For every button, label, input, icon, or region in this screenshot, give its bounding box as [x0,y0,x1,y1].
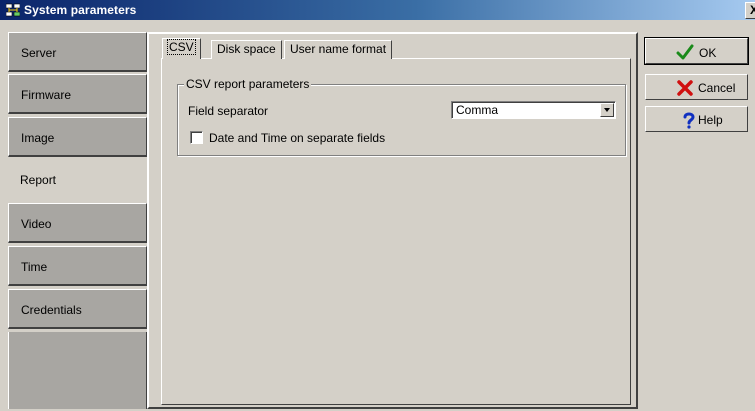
nav-item-label: Time [21,260,48,274]
tab-csv[interactable]: CSV [162,38,201,59]
help-button[interactable]: Help [645,106,748,132]
title-bar: System parameters X [0,0,755,20]
nav-item-credentials[interactable]: Credentials [8,289,147,329]
nav-item-image[interactable]: Image [8,117,147,157]
checkmark-icon [676,44,694,60]
tab-user-name-format[interactable]: User name format [284,40,393,59]
question-mark-icon [683,112,695,129]
nav-item-label: Video [21,217,52,231]
window-title: System parameters [24,3,137,17]
nav-item-label: Credentials [21,303,82,317]
ok-label: OK [699,46,717,60]
date-time-separate-label: Date and Time on separate fields [209,131,386,145]
nav-item-firmware[interactable]: Firmware [8,74,147,114]
field-separator-value: Comma [456,103,499,117]
close-button[interactable]: X [745,2,755,19]
field-separator-select[interactable]: Comma [451,101,616,119]
nav-item-time[interactable]: Time [8,246,147,286]
nav-item-label: Firmware [21,88,71,102]
help-label: Help [698,113,723,127]
cancel-label: Cancel [698,81,736,95]
nav-item-report[interactable]: Report [8,160,160,200]
nav-item-label: Server [21,46,57,60]
nav-empty-area [8,332,147,409]
nav-item-label: Report [20,173,57,187]
tab-label: CSV [167,39,196,55]
field-separator-label: Field separator [188,104,269,118]
red-x-icon [677,80,693,96]
csv-report-parameters-group [177,84,626,156]
tab-label: Disk space [217,42,276,56]
network-computers-icon [6,3,20,17]
chevron-down-icon[interactable] [600,103,614,117]
date-time-separate-checkbox[interactable] [190,131,203,144]
tab-label: User name format [290,42,387,56]
tab-disk-space[interactable]: Disk space [211,40,282,59]
nav-item-video[interactable]: Video [8,203,147,243]
group-title: CSV report parameters [184,77,312,91]
ok-button[interactable]: OK [644,37,749,65]
cancel-button[interactable]: Cancel [645,74,748,100]
nav-item-label: Image [21,131,55,145]
settings-navigation: Server Firmware Image Report Video Time … [8,32,160,409]
nav-item-server[interactable]: Server [8,32,147,72]
